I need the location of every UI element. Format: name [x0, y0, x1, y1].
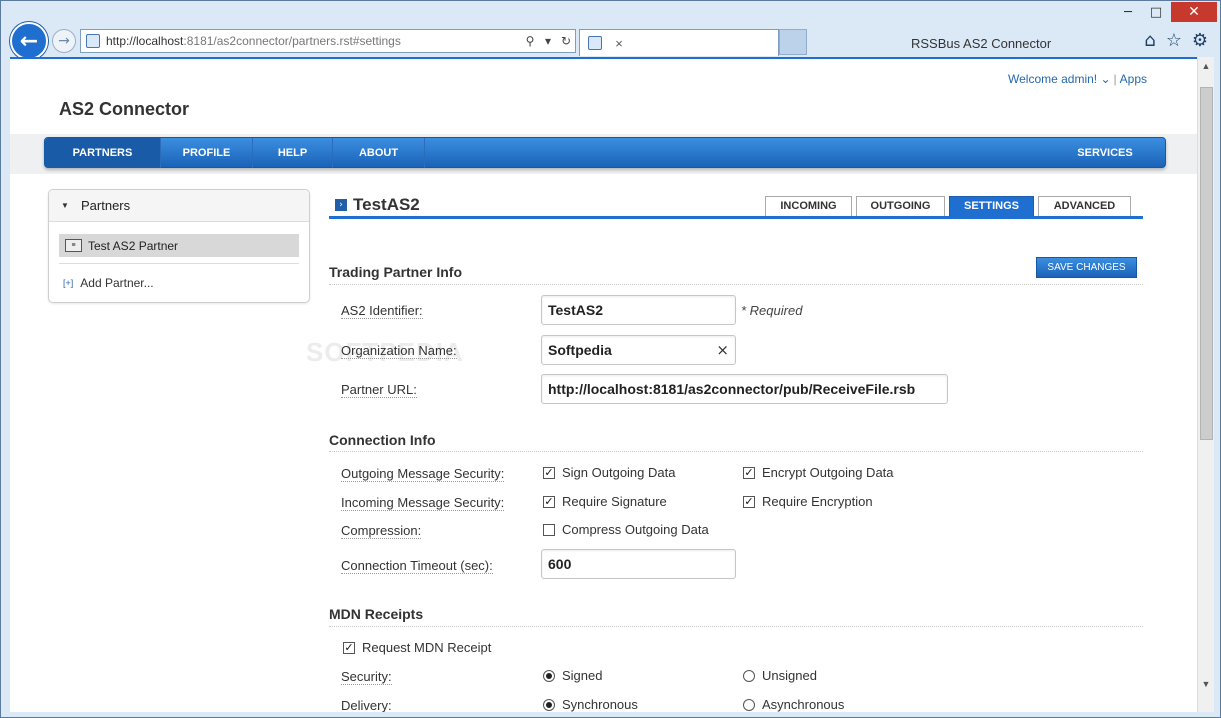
- add-partner-link[interactable]: [+] Add Partner...: [63, 276, 154, 290]
- organization-name-label: Organization Name:: [341, 343, 457, 359]
- collapse-triangle-icon[interactable]: ▼: [61, 201, 73, 210]
- checkbox-box[interactable]: ✓: [743, 466, 755, 479]
- require-encryption-checkbox[interactable]: ✓ Require Encryption: [743, 494, 873, 509]
- tab-title: RSSBus AS2 Connector: [911, 35, 1052, 51]
- clear-icon[interactable]: ×: [716, 336, 729, 364]
- mdn-security-label: Security:: [341, 669, 392, 685]
- forward-arrow-icon: →: [58, 33, 70, 49]
- partner-url-label: Partner URL:: [341, 382, 417, 398]
- browser-tab[interactable]: RSSBus AS2 Connector ×: [579, 29, 1051, 56]
- outgoing-security-label: Outgoing Message Security:: [341, 466, 505, 482]
- scroll-down-arrow-icon[interactable]: ▼: [1198, 679, 1214, 693]
- scroll-thumb[interactable]: [1200, 87, 1213, 440]
- scroll-up-arrow-icon[interactable]: ▲: [1198, 61, 1214, 75]
- timeout-label: Connection Timeout (sec):: [341, 558, 493, 574]
- nav-about[interactable]: ABOUT: [333, 138, 425, 168]
- checkbox-box[interactable]: ✓: [543, 495, 555, 508]
- forward-button[interactable]: →: [52, 29, 76, 53]
- search-icon[interactable]: ⚲: [521, 34, 539, 48]
- vertical-scrollbar[interactable]: ▲ ▼: [1197, 57, 1214, 712]
- as2-identifier-field[interactable]: TestAS2: [541, 295, 736, 325]
- asynchronous-radio[interactable]: Asynchronous: [743, 697, 844, 712]
- section-rule: [329, 626, 1143, 627]
- page-viewport: Welcome admin! ⌄ | Apps AS2 Connector PART…: [10, 57, 1197, 712]
- radio-dot[interactable]: [543, 698, 555, 711]
- as2-identifier-label: AS2 Identifier:: [341, 303, 423, 319]
- gear-icon[interactable]: ⚙: [1189, 30, 1211, 52]
- timeout-field[interactable]: 600: [541, 549, 736, 579]
- separator: |: [1113, 72, 1117, 86]
- close-tab-icon[interactable]: ×: [608, 36, 630, 51]
- maximize-button[interactable]: □: [1143, 2, 1169, 22]
- request-mdn-checkbox[interactable]: ✓ Request MDN Receipt: [343, 640, 491, 655]
- certificate-icon: ≡: [65, 239, 82, 252]
- add-partner-label: Add Partner...: [80, 276, 154, 290]
- close-window-button[interactable]: ✕: [1171, 2, 1217, 22]
- browser-window: ─ □ ✕ ← → http://localhost:8181/as2conne…: [0, 0, 1221, 718]
- compression-label: Compression:: [341, 523, 422, 539]
- url-text[interactable]: http://localhost:8181/as2connector/partn…: [106, 34, 521, 48]
- tab-underline: [329, 216, 1143, 219]
- home-icon[interactable]: ⌂: [1139, 30, 1161, 52]
- apps-link[interactable]: Apps: [1120, 72, 1147, 86]
- tab-advanced[interactable]: ADVANCED: [1038, 196, 1131, 216]
- user-menu: Welcome admin! ⌄ | Apps: [1008, 72, 1147, 86]
- main-nav: PARTNERS PROFILE HELP ABOUT SERVICES: [44, 137, 1166, 168]
- partner-item[interactable]: ≡ Test AS2 Partner: [59, 234, 299, 257]
- radio-dot[interactable]: [743, 669, 755, 682]
- partners-panel: ▼ Partners ≡ Test AS2 Partner [+] Add Pa…: [48, 189, 310, 303]
- section-rule: [329, 451, 1143, 452]
- signed-radio[interactable]: Signed: [543, 668, 602, 683]
- page-title: AS2 Connector: [59, 99, 190, 119]
- delivery-label: Delivery:: [341, 698, 392, 712]
- organization-name-field[interactable]: Softpedia ×: [541, 335, 736, 365]
- panel-header[interactable]: ▼ Partners: [49, 190, 309, 222]
- tab-incoming[interactable]: INCOMING: [765, 196, 852, 216]
- favorites-star-icon[interactable]: ☆: [1163, 30, 1185, 52]
- dropdown-icon[interactable]: ▾: [539, 34, 557, 48]
- required-note: * Required: [741, 303, 803, 318]
- divider: [59, 263, 299, 264]
- mdn-heading: MDN Receipts: [329, 606, 424, 622]
- back-arrow-icon: ←: [19, 28, 39, 54]
- trading-heading: Trading Partner Info: [329, 264, 463, 280]
- refresh-icon[interactable]: ↻: [557, 34, 575, 48]
- compress-outgoing-checkbox[interactable]: Compress Outgoing Data: [543, 522, 709, 537]
- tab-settings[interactable]: SETTINGS: [949, 196, 1034, 216]
- minimize-button[interactable]: ─: [1115, 2, 1141, 22]
- nav-help[interactable]: HELP: [253, 138, 333, 168]
- require-signature-checkbox[interactable]: ✓ Require Signature: [543, 494, 667, 509]
- synchronous-radio[interactable]: Synchronous: [543, 697, 638, 712]
- checkbox-box[interactable]: ✓: [343, 641, 355, 654]
- address-bar[interactable]: http://localhost:8181/as2connector/partn…: [80, 29, 576, 53]
- expand-arrow-icon: ›: [335, 199, 347, 211]
- sign-outgoing-checkbox[interactable]: ✓ Sign Outgoing Data: [543, 465, 675, 480]
- checkbox-box[interactable]: [543, 523, 555, 536]
- incoming-security-label: Incoming Message Security:: [341, 495, 505, 511]
- partner-item-label: Test AS2 Partner: [88, 238, 179, 253]
- encrypt-outgoing-checkbox[interactable]: ✓ Encrypt Outgoing Data: [743, 465, 894, 480]
- checkbox-box[interactable]: ✓: [743, 495, 755, 508]
- tab-outgoing[interactable]: OUTGOING: [856, 196, 945, 216]
- partner-title: TestAS2: [353, 195, 420, 214]
- add-icon: [+]: [63, 278, 74, 288]
- checkbox-box[interactable]: ✓: [543, 466, 555, 479]
- save-changes-button[interactable]: SAVE CHANGES: [1036, 257, 1137, 278]
- nav-profile[interactable]: PROFILE: [161, 138, 253, 168]
- connection-heading: Connection Info: [329, 432, 436, 448]
- nav-partners[interactable]: PARTNERS: [45, 138, 161, 168]
- unsigned-radio[interactable]: Unsigned: [743, 668, 817, 683]
- section-rule: [329, 284, 1143, 285]
- page-icon: [86, 34, 100, 48]
- back-button[interactable]: ←: [10, 22, 48, 60]
- radio-dot[interactable]: [543, 669, 555, 682]
- panel-title: Partners: [81, 198, 131, 213]
- nav-services[interactable]: SERVICES: [1045, 138, 1165, 168]
- page-icon: [588, 36, 602, 50]
- welcome-link[interactable]: Welcome admin! ⌄: [1008, 72, 1111, 86]
- new-tab-button[interactable]: [779, 29, 807, 55]
- partner-url-field[interactable]: http://localhost:8181/as2connector/pub/R…: [541, 374, 948, 404]
- radio-dot[interactable]: [743, 698, 755, 711]
